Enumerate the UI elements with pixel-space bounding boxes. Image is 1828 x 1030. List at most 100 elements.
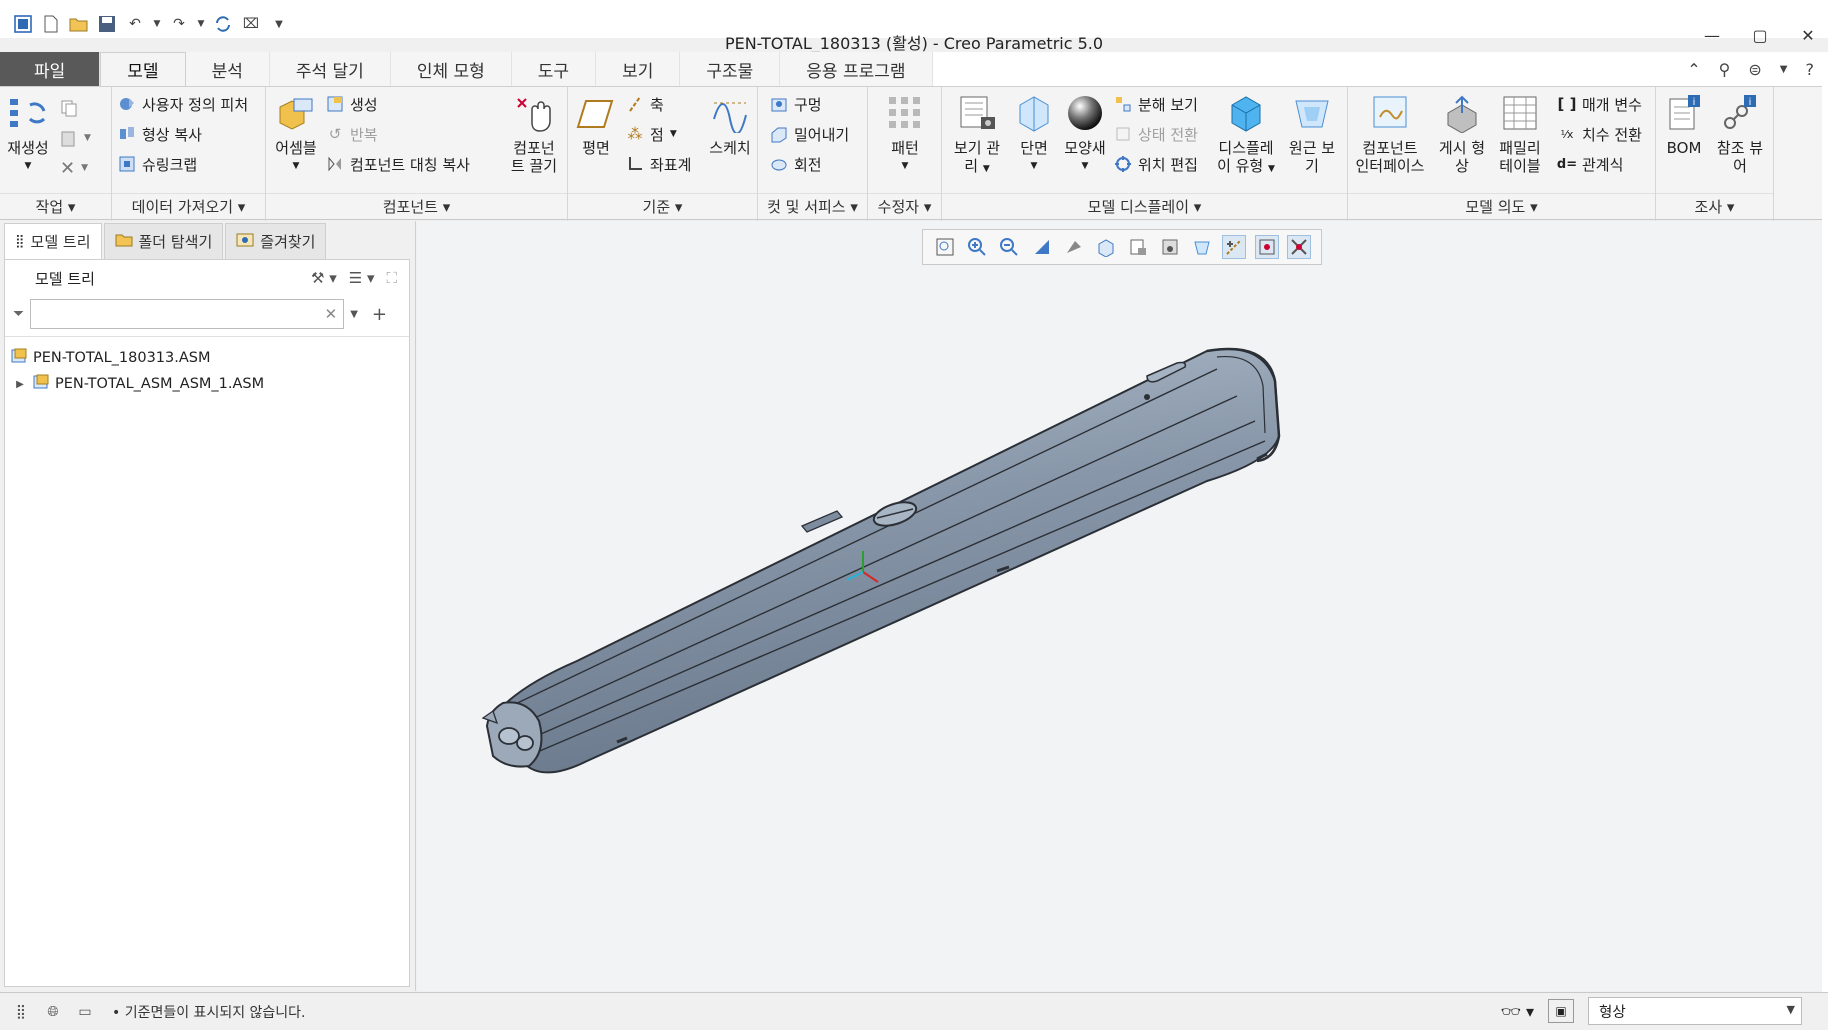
bom-button[interactable]: i BOM — [1660, 93, 1708, 157]
tab-folder-browser[interactable]: 폴더 탐색기 — [103, 223, 224, 259]
tab-file[interactable]: 파일 — [0, 52, 101, 86]
mirror-component-button[interactable]: 컴포넌트 대칭 복사 — [326, 153, 470, 175]
group-investigate-label[interactable]: 조사 ▾ — [1656, 193, 1773, 219]
tree-settings-icon[interactable]: ⚒ ▾ — [311, 269, 337, 287]
extrude-button[interactable]: 밀어내기 — [770, 123, 849, 145]
display-style-dropdown-icon[interactable]: ▼ — [1268, 164, 1275, 174]
tree-item-subassembly[interactable]: ▶ PEN-TOTAL_ASM_ASM_1.ASM — [5, 371, 409, 397]
view-manager-dropdown-icon[interactable]: ▼ — [983, 164, 990, 174]
pattern-dropdown-icon[interactable]: ▼ — [902, 157, 909, 175]
help-dropdown-icon[interactable]: ▼ — [1780, 64, 1788, 75]
copy-geometry-button[interactable]: 형상 복사 — [118, 123, 202, 145]
edit-position-button[interactable]: 위치 편집 — [1114, 153, 1198, 175]
repeat-button[interactable]: ↺ 반복 — [326, 123, 378, 145]
selection-filter-dropdown[interactable]: 형상 ▼ — [1588, 997, 1802, 1025]
relations-button[interactable]: d= 관계식 — [1557, 153, 1624, 175]
tree-search-input[interactable]: ✕ — [30, 299, 345, 329]
close-window-qat-icon[interactable]: ⌧ — [240, 13, 262, 35]
appearance-button[interactable]: 모양새 ▼ — [1060, 93, 1110, 175]
group-datum-label[interactable]: 기준 ▾ — [568, 193, 757, 219]
copy-icon[interactable] — [60, 97, 78, 119]
section-button[interactable]: 단면 ▼ — [1012, 93, 1056, 175]
sketch-button[interactable]: 스케치 — [706, 93, 754, 157]
coord-sys-button[interactable]: 좌표계 — [626, 153, 691, 175]
point-button[interactable]: ⁂ 점 ▼ — [626, 123, 677, 145]
toggle-status-button[interactable]: 상태 전환 — [1114, 123, 1198, 145]
plane-button[interactable]: 평면 — [574, 93, 618, 157]
paste-icon[interactable]: ▼ — [60, 127, 91, 149]
app-menu-icon[interactable] — [12, 13, 34, 35]
maximize-icon[interactable]: ▢ — [1750, 26, 1770, 45]
new-file-icon[interactable] — [40, 13, 62, 35]
close-icon[interactable]: ✕ — [1798, 26, 1818, 45]
create-button[interactable]: 생성 — [326, 93, 378, 115]
pattern-button[interactable]: 패턴 ▼ — [880, 93, 930, 175]
save-icon[interactable] — [96, 13, 118, 35]
full-screen-icon[interactable]: ▭ — [74, 1001, 96, 1023]
display-style-button[interactable]: 디스플레 이 유형 ▼ — [1214, 93, 1278, 178]
tree-filter-off-icon[interactable]: ⛶ — [386, 269, 397, 287]
view-manager-button[interactable]: 보기 관 리 ▼ — [946, 93, 1008, 178]
group-model-display-label[interactable]: 모델 디스플레이 ▾ — [942, 193, 1347, 219]
group-cut-surface-label[interactable]: 컷 및 서피스 ▾ — [758, 193, 867, 219]
exploded-view-button[interactable]: 분해 보기 — [1114, 93, 1198, 115]
assemble-button[interactable]: 어셈블 ▼ — [270, 93, 322, 175]
tab-framework[interactable]: 구조물 — [680, 52, 781, 86]
pen-3d-model[interactable] — [417, 221, 1822, 991]
user-defined-feature-button[interactable]: 사용자 정의 피처 — [118, 93, 248, 115]
help-icon[interactable]: ? — [1806, 60, 1815, 79]
section-dropdown-icon[interactable]: ▼ — [1031, 157, 1038, 175]
drag-components-button[interactable]: 컴포넌 트 끌기 — [502, 93, 566, 175]
add-column-icon[interactable]: + — [372, 304, 387, 325]
collapse-ribbon-icon[interactable]: ⌃ — [1687, 60, 1700, 79]
tab-model-tree[interactable]: ⣿ 모델 트리 — [4, 223, 102, 259]
publish-geometry-button[interactable]: 게시 형 상 — [1434, 93, 1490, 175]
ptc-community-icon[interactable]: ⊜ — [1748, 60, 1761, 79]
revolve-button[interactable]: 회전 — [770, 153, 822, 175]
customize-qat-icon[interactable]: ▼ — [268, 13, 290, 35]
delete-icon[interactable]: ✕ ▼ — [60, 157, 88, 179]
switch-dimensions-button[interactable]: ⅟x 치수 전환 — [1558, 123, 1642, 145]
tab-annotate[interactable]: 주석 달기 — [269, 52, 391, 86]
group-get-data-label[interactable]: 데이터 가져오기 ▾ — [112, 193, 265, 219]
open-folder-icon[interactable] — [68, 13, 90, 35]
find-binoculars-icon[interactable]: 👓︎ ▾ — [1501, 1002, 1534, 1021]
group-modifiers-label[interactable]: 수정자 ▾ — [868, 193, 941, 219]
axis-button[interactable]: 축 — [626, 93, 664, 115]
tab-view[interactable]: 보기 — [596, 52, 681, 86]
point-dropdown-icon[interactable]: ▼ — [670, 129, 677, 139]
show-browser-icon[interactable]: 🌐︎ — [42, 1001, 64, 1023]
tab-analysis[interactable]: 분석 — [185, 52, 270, 86]
tab-favorites[interactable]: 즐겨찾기 — [225, 223, 327, 259]
component-interface-button[interactable]: 컴포넌트 인터페이스 — [1352, 93, 1428, 175]
perspective-view-button[interactable]: 원근 보 기 — [1282, 93, 1342, 175]
search-icon[interactable]: ⚲ — [1719, 60, 1731, 79]
filter-funnel-icon[interactable]: ⏷ — [13, 306, 24, 322]
filter-options-dropdown-icon[interactable]: ▼ — [350, 309, 358, 320]
regenerate-button[interactable]: 재생성 ▼ — [6, 93, 50, 175]
group-operations-label[interactable]: 작업 ▾ — [0, 193, 111, 219]
tab-model[interactable]: 모델 — [100, 52, 186, 86]
shrinkwrap-button[interactable]: 슈링크랩 — [118, 153, 197, 175]
hole-button[interactable]: 구멍 — [770, 93, 822, 115]
selection-filter-icon[interactable]: ▣ — [1548, 999, 1574, 1023]
undo-icon[interactable]: ↶ — [124, 13, 146, 35]
appearance-dropdown-icon[interactable]: ▼ — [1082, 157, 1089, 175]
tab-applications[interactable]: 응용 프로그램 — [780, 52, 933, 86]
tree-columns-icon[interactable]: ☰ ▾ — [349, 269, 375, 287]
minimize-icon[interactable]: — — [1702, 26, 1722, 45]
redo-dropdown-icon[interactable]: ▼ — [196, 13, 206, 35]
regenerate-dropdown-icon[interactable]: ▼ — [25, 157, 32, 175]
group-model-intent-label[interactable]: 모델 의도 ▾ — [1348, 193, 1655, 219]
show-navigator-icon[interactable]: ⣿ — [10, 1001, 32, 1023]
graphics-viewport[interactable] — [417, 221, 1822, 991]
family-table-button[interactable]: 패밀리 테이블 — [1492, 93, 1548, 175]
assemble-dropdown-icon[interactable]: ▼ — [293, 157, 300, 175]
group-component-label[interactable]: 컴포넌트 ▾ — [266, 193, 567, 219]
reference-viewer-button[interactable]: i 참조 뷰 어 — [1712, 93, 1768, 175]
parameters-button[interactable]: [ ] 매개 변수 — [1558, 93, 1642, 115]
tab-manikin[interactable]: 인체 모형 — [390, 52, 512, 86]
tree-item-root[interactable]: PEN-TOTAL_180313.ASM — [5, 345, 409, 371]
undo-dropdown-icon[interactable]: ▼ — [152, 13, 162, 35]
regenerate-qat-icon[interactable] — [212, 13, 234, 35]
